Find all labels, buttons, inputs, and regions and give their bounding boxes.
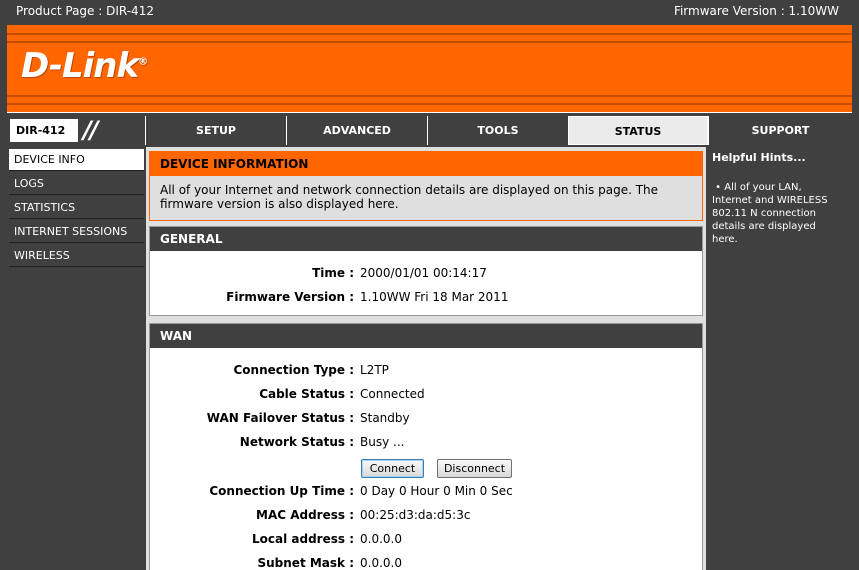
cable-status-label: Cable Status :: [259, 387, 354, 401]
connection-uptime-label: Connection Up Time :: [209, 484, 354, 498]
subnet-mask-row: Subnet Mask : 0.0.0.0: [150, 556, 702, 570]
firmware-row: Firmware Version : 1.10WW Fri 18 Mar 201…: [150, 290, 702, 308]
model-name: DIR-412: [10, 119, 78, 142]
tab-advanced[interactable]: ADVANCED: [286, 116, 427, 145]
connection-type-label: Connection Type :: [233, 363, 355, 377]
device-information-title: DEVICE INFORMATION: [150, 152, 702, 176]
connection-uptime-value: 0 Day 0 Hour 0 Min 0 Sec: [360, 484, 513, 498]
sidebar-item-logs[interactable]: LOGS: [9, 173, 144, 195]
sidebar-item-statistics[interactable]: STATISTICS: [9, 197, 144, 219]
tab-support[interactable]: SUPPORT: [708, 116, 852, 145]
model-badge: DIR-412 //: [7, 116, 144, 145]
main-content: DEVICE INFORMATION All of your Internet …: [146, 147, 706, 570]
sidebar-item-internet-sessions[interactable]: INTERNET SESSIONS: [9, 221, 144, 243]
connection-uptime-row: Connection Up Time : 0 Day 0 Hour 0 Min …: [150, 484, 702, 502]
mac-address-value: 00:25:d3:da:d5:3c: [360, 508, 471, 522]
helpful-hints-panel: Helpful Hints... • All of your LAN, Inte…: [708, 147, 852, 570]
subnet-mask-label: Subnet Mask :: [257, 556, 354, 570]
dlink-logo: D-Link®: [21, 46, 148, 86]
mac-address-label: MAC Address :: [256, 508, 354, 522]
firmware-version-label: Firmware Version : 1.10WW: [673, 4, 839, 18]
device-information-box: DEVICE INFORMATION All of your Internet …: [149, 151, 703, 221]
wan-section: WAN Connection Type : L2TP Cable Status …: [149, 323, 703, 570]
wan-failover-row: WAN Failover Status : Standby: [150, 411, 702, 429]
connect-button[interactable]: Connect: [361, 459, 424, 478]
wan-title: WAN: [150, 324, 702, 348]
general-section: GENERAL Time : 2000/01/01 00:14:17 Firmw…: [149, 226, 703, 316]
firmware-label: Firmware Version :: [226, 290, 354, 304]
helpful-hints-text: • All of your LAN, Internet and WIRELESS…: [712, 182, 828, 245]
connection-type-row: Connection Type : L2TP: [150, 363, 702, 381]
top-bar: Product Page : DIR-412 Firmware Version …: [0, 0, 859, 24]
device-information-description: All of your Internet and network connect…: [160, 183, 659, 211]
time-value: 2000/01/01 00:14:17: [360, 266, 487, 280]
network-status-row: Network Status : Busy ...: [150, 435, 702, 453]
tab-setup[interactable]: SETUP: [145, 116, 286, 145]
firmware-value: 1.10WW Fri 18 Mar 2011: [360, 290, 509, 304]
local-address-row: Local address : 0.0.0.0: [150, 532, 702, 550]
sidebar-item-device-info[interactable]: DEVICE INFO: [9, 149, 144, 171]
model-slashes: //: [83, 116, 98, 144]
tab-tools[interactable]: TOOLS: [427, 116, 568, 145]
connection-type-value: L2TP: [360, 363, 389, 377]
disconnect-button[interactable]: Disconnect: [437, 459, 512, 478]
local-address-value: 0.0.0.0: [360, 532, 402, 546]
wan-failover-label: WAN Failover Status :: [206, 411, 354, 425]
brand-banner: D-Link®: [7, 25, 852, 113]
general-title: GENERAL: [150, 227, 702, 251]
time-row: Time : 2000/01/01 00:14:17: [150, 266, 702, 284]
cable-status-value: Connected: [360, 387, 425, 401]
product-page-label: Product Page : DIR-412: [16, 4, 154, 18]
network-status-label: Network Status :: [239, 435, 354, 449]
wan-failover-value: Standby: [360, 411, 410, 425]
sidebar-item-wireless[interactable]: WIRELESS: [9, 245, 144, 267]
subnet-mask-value: 0.0.0.0: [360, 556, 402, 570]
time-label: Time :: [312, 266, 354, 280]
sidebar: DEVICE INFO LOGS STATISTICS INTERNET SES…: [7, 147, 144, 570]
helpful-hints-title: Helpful Hints...: [712, 151, 806, 164]
local-address-label: Local address :: [252, 532, 354, 546]
tab-status[interactable]: STATUS: [568, 116, 708, 145]
mac-address-row: MAC Address : 00:25:d3:da:d5:3c: [150, 508, 702, 526]
network-status-value: Busy ...: [360, 435, 405, 449]
cable-status-row: Cable Status : Connected: [150, 387, 702, 405]
